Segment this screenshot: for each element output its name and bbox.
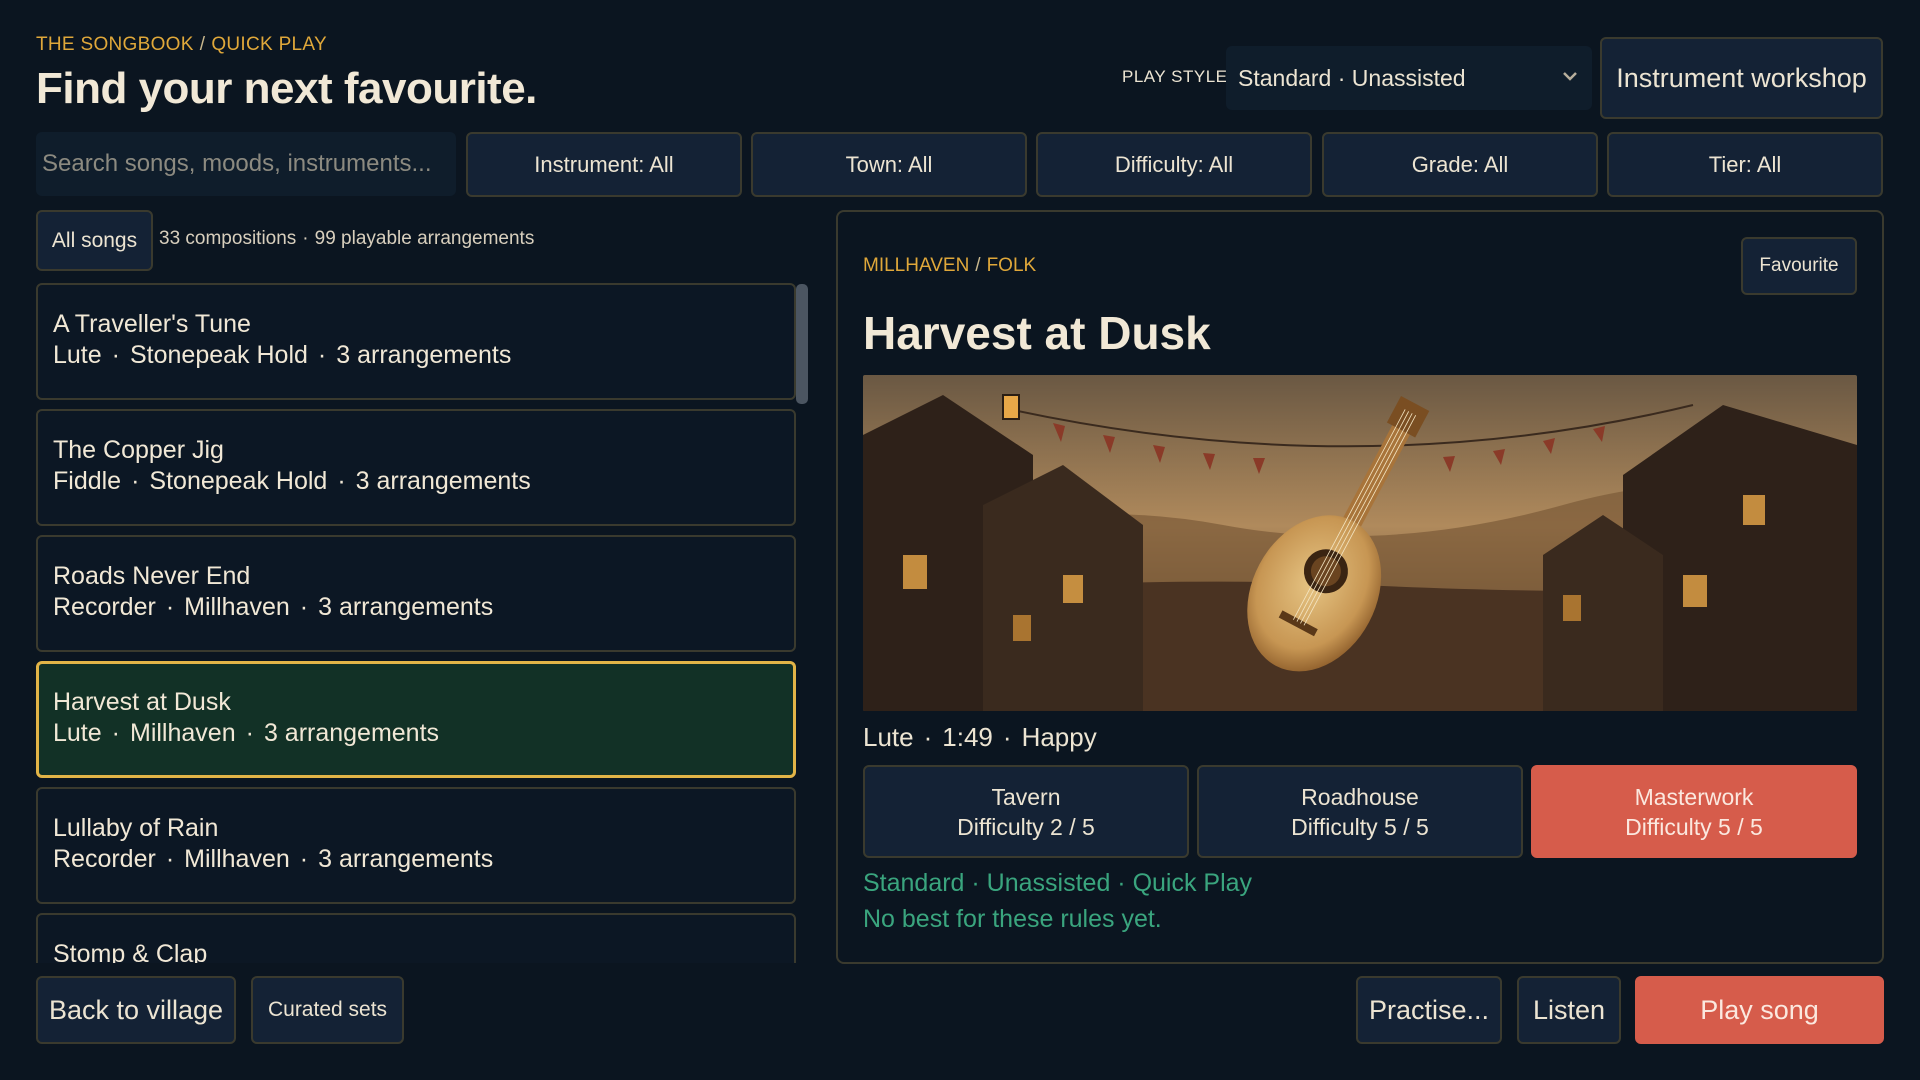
favourite-button[interactable]: Favourite [1741, 237, 1857, 295]
arrangement-difficulty: Difficulty 2 / 5 [957, 813, 1095, 840]
song-title: Lullaby of Rain [53, 814, 219, 842]
song-meta: Lute · Millhaven · 3 arrangements [53, 719, 440, 747]
breadcrumb: THE SONGBOOK / QUICK PLAY [36, 34, 327, 56]
song-instrument: Lute [863, 722, 914, 752]
song-meta: Recorder · Millhaven · 3 arrangements [53, 593, 494, 621]
play-style-value: Standard · Unassisted [1238, 64, 1466, 91]
play-style-select[interactable]: Standard · Unassisted [1226, 46, 1592, 110]
song-artwork [863, 375, 1857, 711]
listen-button[interactable]: Listen [1517, 976, 1621, 1044]
song-title: Stomp & Clap [53, 940, 208, 963]
curated-sets-button[interactable]: Curated sets [251, 976, 404, 1044]
song-instrument: Recorder [53, 845, 156, 873]
song-instrument: Fiddle [53, 467, 122, 495]
all-songs-button[interactable]: All songs [36, 210, 153, 271]
song-title: A Traveller's Tune [53, 310, 251, 338]
song-arrangements: 3 arrangements [318, 593, 494, 621]
breadcrumb-separator: / [199, 34, 206, 55]
song-arrangements: 3 arrangements [263, 719, 440, 747]
breadcrumb-separator: / [975, 255, 981, 276]
arrangement-difficulty: Difficulty 5 / 5 [1291, 813, 1429, 840]
arrangement-masterwork-button[interactable]: Masterwork Difficulty 5 / 5 [1531, 765, 1857, 858]
breadcrumb-songbook[interactable]: THE SONGBOOK [36, 34, 194, 55]
song-instrument: Recorder [53, 593, 156, 621]
play-style-label: PLAY STYLE [1122, 67, 1228, 86]
search-input[interactable] [36, 132, 456, 196]
song-duration: 1:49 [942, 722, 993, 752]
song-list-item-selected[interactable]: Harvest at Dusk Lute · Millhaven · 3 arrange… [36, 661, 796, 778]
arrangements-count: 99 playable arrangements [314, 228, 535, 249]
song-town: Millhaven [184, 593, 290, 621]
arrangement-tavern-button[interactable]: Tavern Difficulty 2 / 5 [863, 765, 1189, 858]
song-town: Stonepeak Hold [149, 467, 328, 495]
play-song-button[interactable]: Play song [1635, 976, 1884, 1044]
song-detail-breadcrumb: MILLHAVEN / FOLK [863, 255, 1036, 277]
arrangement-roadhouse-button[interactable]: Roadhouse Difficulty 5 / 5 [1197, 765, 1523, 858]
song-arrangements: 3 arrangements [336, 341, 512, 369]
song-arrangements: 3 arrangements [318, 845, 494, 873]
song-arrangements: 3 arrangements [355, 467, 531, 495]
arrangement-name: Masterwork [1634, 783, 1754, 810]
song-meta: Lute · Stonepeak Hold · 3 arrangements [53, 341, 512, 369]
rules-text: Standard · Unassisted · Quick Play [863, 869, 1253, 897]
arrangement-name: Roadhouse [1301, 783, 1419, 810]
song-instrument: Lute [53, 341, 102, 369]
breadcrumb-quick-play[interactable]: QUICK PLAY [211, 34, 327, 55]
filter-town-button[interactable]: Town: All [751, 132, 1027, 197]
back-to-village-button[interactable]: Back to village [36, 976, 236, 1044]
detail-genre: FOLK [986, 255, 1037, 276]
song-mood: Happy [1021, 722, 1097, 752]
song-title: The Copper Jig [53, 436, 224, 464]
song-list[interactable]: A Traveller's Tune Lute · Stonepeak Hold · 3… [36, 283, 798, 963]
song-meta: Fiddle · Stonepeak Hold · 3 arrangements [53, 467, 531, 495]
song-town: Stonepeak Hold [130, 341, 308, 369]
compositions-count: 33 compositions [159, 228, 297, 249]
song-town: Millhaven [184, 845, 290, 873]
best-score-text: No best for these rules yet. [863, 905, 1162, 933]
song-heading: Harvest at Dusk [863, 307, 1211, 359]
song-counts: 33 compositions · 99 playable arrangements [159, 228, 535, 249]
song-list-item[interactable]: A Traveller's Tune Lute · Stonepeak Hold · 3… [36, 283, 796, 400]
song-instrument: Lute [53, 719, 102, 747]
detail-town: MILLHAVEN [863, 255, 970, 276]
song-title: Roads Never End [53, 562, 251, 590]
instrument-workshop-button[interactable]: Instrument workshop [1600, 37, 1883, 119]
song-list-item[interactable]: Stomp & Clap [36, 913, 796, 963]
filter-tier-button[interactable]: Tier: All [1607, 132, 1883, 197]
filter-difficulty-button[interactable]: Difficulty: All [1036, 132, 1312, 197]
song-title: Harvest at Dusk [53, 688, 231, 716]
song-list-scrollbar[interactable] [796, 284, 808, 404]
practise-button[interactable]: Practise... [1356, 976, 1502, 1044]
arrangement-difficulty: Difficulty 5 / 5 [1625, 813, 1763, 840]
song-list-item[interactable]: Roads Never End Recorder · Millhaven · 3 arr… [36, 535, 796, 652]
filter-grade-button[interactable]: Grade: All [1322, 132, 1598, 197]
song-meta: Recorder · Millhaven · 3 arrangements [53, 845, 494, 873]
chevron-down-icon [1562, 66, 1578, 87]
song-list-item[interactable]: The Copper Jig Fiddle · Stonepeak Hold · 3 a… [36, 409, 796, 526]
page-title: Find your next favourite. [36, 64, 537, 113]
arrangement-name: Tavern [991, 783, 1061, 810]
filter-instrument-button[interactable]: Instrument: All [466, 132, 742, 197]
song-town: Millhaven [130, 719, 236, 747]
song-list-item[interactable]: Lullaby of Rain Recorder · Millhaven · 3 arr… [36, 787, 796, 904]
song-info: Lute · 1:49 · Happy [863, 722, 1097, 752]
